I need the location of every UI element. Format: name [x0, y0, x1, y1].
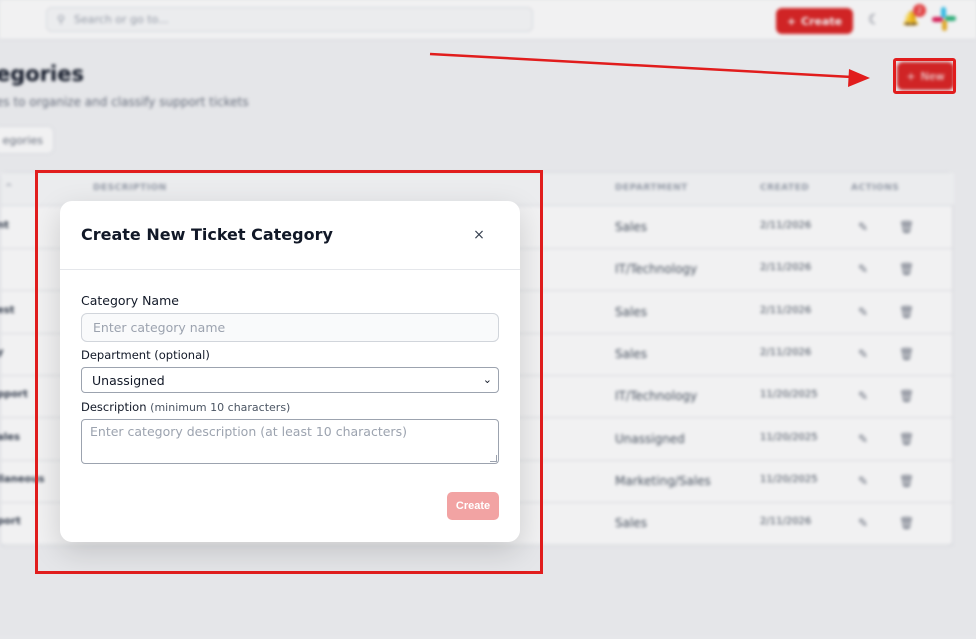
- chevron-down-icon: ⌄: [482, 373, 492, 386]
- description-label: Description: [81, 400, 147, 414]
- description-label-row: Description (minimum 10 characters): [81, 400, 290, 414]
- create-button[interactable]: Create: [447, 492, 499, 520]
- description-textarea[interactable]: [81, 419, 499, 464]
- create-category-modal: Create New Ticket Category × Category Na…: [60, 201, 520, 542]
- annotation-highlight-new: [893, 58, 956, 94]
- description-hint: (minimum 10 characters): [150, 401, 291, 414]
- category-name-input[interactable]: [81, 313, 499, 342]
- department-label: Department (optional): [81, 348, 210, 362]
- resize-handle-icon[interactable]: [490, 455, 497, 462]
- modal-header: Create New Ticket Category ×: [60, 201, 520, 270]
- modal-title: Create New Ticket Category: [81, 225, 333, 244]
- department-value: Unassigned: [92, 372, 165, 388]
- category-name-label: Category Name: [81, 293, 179, 308]
- close-icon[interactable]: ×: [470, 225, 488, 245]
- department-select[interactable]: Unassigned ⌄: [81, 367, 499, 393]
